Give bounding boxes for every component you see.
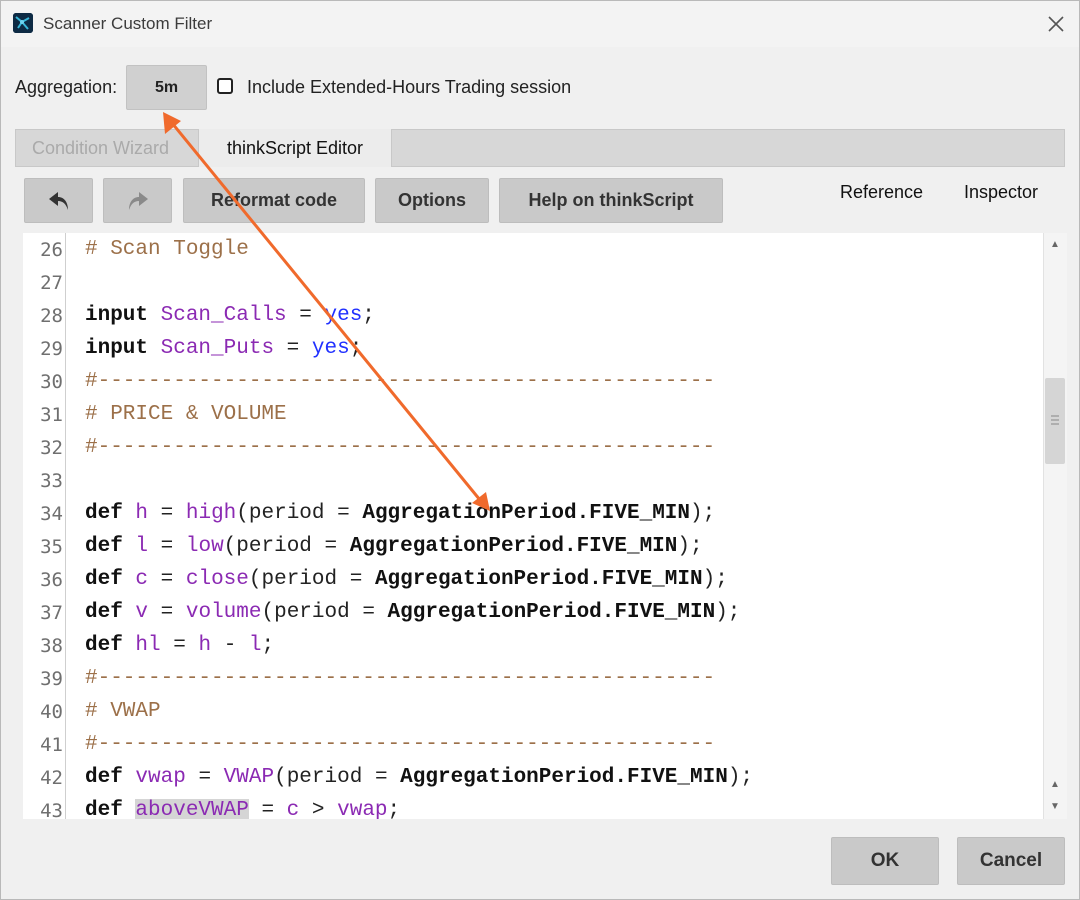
- line-number: 30: [40, 371, 63, 393]
- scrollbar-thumb[interactable]: [1045, 378, 1065, 464]
- line-number: 42: [40, 767, 63, 789]
- code-line[interactable]: input Scan_Puts = yes;: [85, 332, 362, 365]
- scroll-up-arrow-icon[interactable]: ▲: [1044, 779, 1066, 790]
- undo-icon: [48, 191, 68, 210]
- inspector-link[interactable]: Inspector: [964, 182, 1038, 203]
- code-line[interactable]: #---------------------------------------…: [85, 728, 715, 761]
- window-title: Scanner Custom Filter: [43, 14, 213, 33]
- redo-icon: [128, 191, 148, 210]
- line-number: 40: [40, 701, 63, 723]
- code-line[interactable]: input Scan_Calls = yes;: [85, 299, 375, 332]
- tab-condition-wizard[interactable]: Condition Wizard: [32, 138, 169, 159]
- close-icon[interactable]: [1044, 12, 1068, 36]
- code-line[interactable]: def aboveVWAP = c > vwap;: [85, 794, 400, 819]
- aggregation-select[interactable]: 5m: [126, 65, 207, 110]
- line-number: 36: [40, 569, 63, 591]
- scroll-down-arrow-icon[interactable]: ▼: [1044, 801, 1066, 812]
- line-number: 37: [40, 602, 63, 624]
- line-number: 28: [40, 305, 63, 327]
- reformat-code-button[interactable]: Reformat code: [183, 178, 365, 223]
- code-line[interactable]: #---------------------------------------…: [85, 662, 715, 695]
- code-line[interactable]: def h = high(period = AggregationPeriod.…: [85, 497, 715, 530]
- code-line[interactable]: def hl = h - l;: [85, 629, 274, 662]
- line-number: 26: [40, 239, 63, 261]
- code-line[interactable]: def v = volume(period = AggregationPerio…: [85, 596, 740, 629]
- line-number: 32: [40, 437, 63, 459]
- code-editor[interactable]: 26 27 28 29 30 31 32 33 34 35 36 37 38 3…: [23, 233, 1067, 819]
- line-number: 39: [40, 668, 63, 690]
- code-line[interactable]: # Scan Toggle: [85, 233, 249, 266]
- reference-link[interactable]: Reference: [840, 182, 923, 203]
- tab-thinkscript-editor[interactable]: thinkScript Editor: [198, 129, 392, 167]
- scanner-custom-filter-window: Scanner Custom Filter Aggregation: 5m In…: [0, 0, 1080, 900]
- app-logo-icon: [13, 13, 33, 33]
- extended-hours-label[interactable]: Include Extended-Hours Trading session: [247, 77, 571, 98]
- tab-bar: Condition Wizard thinkScript Editor: [15, 129, 1065, 167]
- code-line[interactable]: #---------------------------------------…: [85, 431, 715, 464]
- line-number: 29: [40, 338, 63, 360]
- line-number: 41: [40, 734, 63, 756]
- line-number: 33: [40, 470, 63, 492]
- code-line[interactable]: def l = low(period = AggregationPeriod.F…: [85, 530, 703, 563]
- code-line[interactable]: def vwap = VWAP(period = AggregationPeri…: [85, 761, 753, 794]
- cancel-button[interactable]: Cancel: [957, 837, 1065, 885]
- code-line[interactable]: # PRICE & VOLUME: [85, 398, 287, 431]
- redo-button[interactable]: [103, 178, 172, 223]
- undo-button[interactable]: [24, 178, 93, 223]
- line-number-gutter: 26 27 28 29 30 31 32 33 34 35 36 37 38 3…: [23, 233, 66, 819]
- line-number: 31: [40, 404, 63, 426]
- line-number: 43: [40, 800, 63, 819]
- line-number: 38: [40, 635, 63, 657]
- aggregation-label: Aggregation:: [15, 77, 118, 97]
- line-number: 34: [40, 503, 63, 525]
- help-thinkscript-button[interactable]: Help on thinkScript: [499, 178, 723, 223]
- extended-hours-checkbox[interactable]: [217, 78, 233, 94]
- title-bar: Scanner Custom Filter: [1, 1, 1079, 47]
- options-button[interactable]: Options: [375, 178, 489, 223]
- line-number: 27: [40, 272, 63, 294]
- editor-vertical-scrollbar[interactable]: ▲ ▲ ▼: [1043, 233, 1067, 819]
- ok-button[interactable]: OK: [831, 837, 939, 885]
- code-line[interactable]: def c = close(period = AggregationPeriod…: [85, 563, 728, 596]
- line-number: 35: [40, 536, 63, 558]
- code-line[interactable]: #---------------------------------------…: [85, 365, 715, 398]
- code-line[interactable]: # VWAP: [85, 695, 161, 728]
- scroll-up-arrow-icon[interactable]: ▲: [1044, 239, 1066, 250]
